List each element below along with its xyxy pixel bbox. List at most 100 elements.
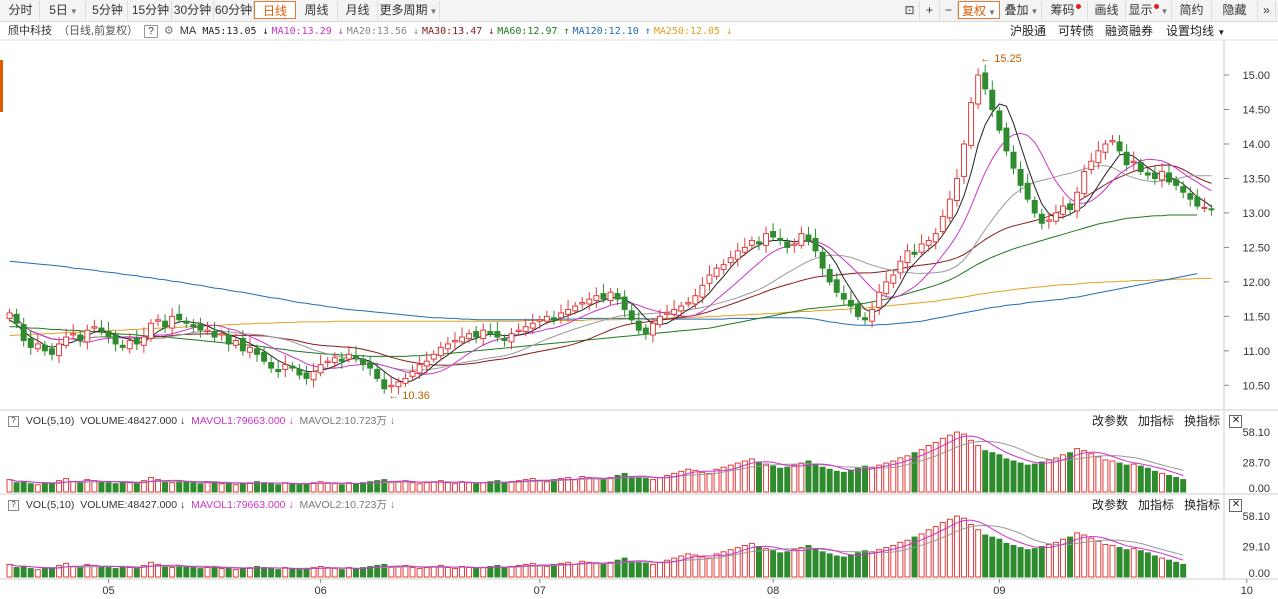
candle-body: [649, 322, 656, 336]
candle-body: [1067, 203, 1074, 210]
volume-bar: [84, 479, 91, 493]
volume-bar: [635, 477, 642, 493]
volume-bar: [628, 476, 635, 493]
candle-body: [112, 334, 119, 345]
candle-body: [147, 322, 154, 339]
volume-bar: [147, 561, 154, 578]
volume-bar: [847, 554, 854, 578]
volume-bar: [1017, 462, 1024, 493]
candle-body: [1095, 150, 1102, 164]
volume-bar: [791, 549, 798, 578]
candle-body: [657, 315, 663, 326]
candle-body: [204, 329, 211, 333]
volume-bar: [1088, 537, 1095, 578]
volume-bar: [275, 484, 282, 493]
ma30-line: [9, 164, 1212, 366]
volume-bar: [395, 481, 402, 493]
candle-body: [1130, 160, 1137, 164]
candle-body: [303, 372, 310, 379]
volume-bar: [1123, 549, 1130, 578]
volume-bar: [352, 568, 359, 578]
volume-bar: [975, 529, 982, 578]
kline-chart[interactable]: 10.50 11.00 11.50 12.00 12.50 13.00 13.50 14.00…: [0, 0, 1278, 599]
volume-bar: [176, 480, 183, 493]
volume-bar: [487, 481, 494, 493]
candle-body: [968, 102, 975, 146]
volume-bar: [77, 567, 84, 578]
volume-bar: [961, 433, 967, 493]
candle-body: [105, 331, 112, 338]
volume-bar: [876, 549, 883, 578]
volume-bar: [961, 517, 967, 578]
volume-bar: [204, 567, 211, 578]
candle-body: [720, 264, 727, 270]
volume-bar: [13, 482, 20, 493]
price-tick-label: 12.50: [1242, 242, 1270, 254]
candle-body: [515, 329, 522, 333]
volume-bar: [572, 563, 579, 578]
candle-body: [1151, 172, 1158, 179]
candle-body: [430, 353, 437, 360]
price-tick-label: 10.50: [1242, 380, 1270, 392]
candle-body: [381, 379, 388, 390]
volume-bar: [1003, 458, 1010, 493]
volume-bar: [246, 482, 253, 493]
candle-body: [56, 343, 63, 357]
candle-body: [84, 329, 91, 343]
candle-body: [664, 312, 671, 315]
volume-bar: [6, 563, 13, 578]
volume-bar: [869, 466, 876, 493]
volume-bar: [1166, 474, 1173, 493]
volume-bar: [1081, 450, 1088, 493]
candle-body: [614, 293, 621, 300]
volume-bar: [282, 482, 289, 493]
candle-body: [1208, 208, 1215, 211]
candle-body: [1052, 212, 1059, 222]
candle-body: [13, 313, 20, 324]
candle-body: [1144, 172, 1151, 176]
candle-body: [338, 358, 345, 362]
volume-bar: [953, 431, 960, 493]
volume-bar: [473, 568, 480, 578]
volume-bar: [989, 452, 996, 493]
volume-bar: [409, 482, 416, 493]
low-annotation: ← 10.36: [388, 390, 430, 402]
volume-bar: [296, 569, 303, 578]
candle-body: [211, 331, 218, 338]
candle-body: [423, 360, 430, 367]
volume-bar: [649, 563, 656, 578]
candle-body: [324, 360, 331, 364]
volume-bar: [324, 482, 331, 493]
volume-bar: [508, 566, 515, 578]
candle-body: [862, 317, 869, 321]
volume-bar: [480, 567, 487, 578]
volume-bar: [232, 484, 239, 493]
volume-bar: [183, 566, 190, 578]
candle-body: [254, 348, 260, 355]
volume-bar: [225, 482, 232, 493]
volume-bar: [1180, 563, 1187, 578]
volume-bar: [1045, 543, 1052, 578]
price-tick-label: 15.00: [1242, 70, 1270, 82]
candle-body: [671, 308, 678, 315]
volume-bar: [126, 482, 133, 493]
candle-body: [621, 296, 628, 310]
candle-body: [133, 337, 140, 345]
volume-bar: [261, 482, 268, 493]
volume-bar: [847, 469, 854, 493]
volume-bar: [798, 462, 805, 493]
volume-bar: [798, 547, 805, 578]
candle-body: [784, 241, 791, 248]
volume-bar: [982, 534, 989, 578]
candle-body: [1137, 162, 1144, 173]
candle-body: [911, 251, 918, 255]
volume-bar: [451, 483, 458, 493]
volume-bar: [388, 567, 395, 578]
candle-body: [275, 368, 282, 373]
candle-body: [1173, 179, 1180, 186]
volume-bar: [543, 566, 550, 578]
volume-bar: [1017, 547, 1024, 578]
x-axis-label: 05: [102, 585, 114, 597]
volume-bar: [699, 556, 706, 578]
candle-body: [1109, 140, 1116, 143]
